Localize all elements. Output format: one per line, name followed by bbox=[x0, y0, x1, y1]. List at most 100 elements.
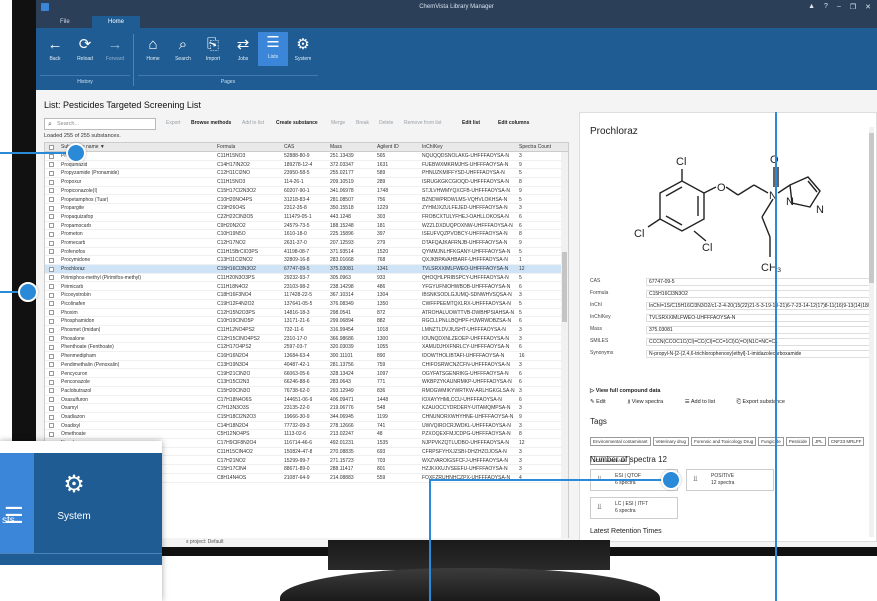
column-header[interactable]: CAS bbox=[282, 143, 294, 152]
table-row[interactable]: Oxasulfuron C17H18N4O6S 144651-06-9 406.094… bbox=[45, 396, 568, 405]
row-checkbox[interactable] bbox=[49, 179, 54, 185]
detail-scrollbar[interactable] bbox=[869, 127, 874, 537]
table-row[interactable]: Propoxur C11H15NO3 114-26-1 209.10519 289 ISR… bbox=[45, 178, 568, 187]
edit-columns-button[interactable]: Edit columns bbox=[498, 120, 529, 126]
view-full-data-link[interactable]: ▷ View full compound data bbox=[590, 388, 660, 394]
row-checkbox[interactable] bbox=[49, 301, 54, 307]
home-button[interactable]: ⌂ Home bbox=[138, 34, 168, 62]
table-row[interactable]: Oxadixyl C14H18N2O4 77732-09-3 278.12666 741… bbox=[45, 422, 568, 431]
collapse-ribbon-icon[interactable]: ▲ bbox=[808, 3, 815, 11]
table-row[interactable]: Oxamyl C7H13N3O3S 23135-22-0 219.06776 548 KZ… bbox=[45, 404, 568, 413]
row-checkbox[interactable] bbox=[49, 310, 54, 316]
row-checkbox[interactable] bbox=[49, 257, 54, 263]
row-checkbox[interactable] bbox=[49, 414, 54, 420]
tag-chip[interactable]: JPL bbox=[812, 437, 826, 446]
table-row[interactable]: Oxadiazon C15H18Cl2N2O3 19666-30-9 344.0694… bbox=[45, 413, 568, 422]
table-row[interactable]: Phenmedipham C16H16N2O4 13684-63-4 300.1110… bbox=[45, 352, 568, 361]
scrollbar-thumb[interactable] bbox=[562, 252, 567, 322]
create-substance-button[interactable]: Create substance bbox=[276, 120, 318, 126]
property-value[interactable]: N-propyl-N-[2-(2,4,6-trichlorophenoxy)et… bbox=[646, 350, 874, 358]
table-row[interactable]: Picoxystrobin C18H16F3NO4 117428-22-5 367.1… bbox=[45, 291, 568, 300]
row-checkbox[interactable] bbox=[49, 284, 54, 289]
spectra-card-lc-esi-itft[interactable]: ⫫ LC | ESI | ITFT 6 spectra bbox=[590, 497, 678, 519]
view-spectra-button[interactable]: ⫫ View spectra bbox=[627, 399, 673, 405]
row-checkbox[interactable] bbox=[49, 431, 54, 437]
table-row[interactable]: Phenthoate (Fenthoate) C12H17O4PS2 2597-03… bbox=[45, 343, 568, 353]
row-checkbox[interactable] bbox=[49, 153, 54, 159]
tag-chip[interactable]: Pesticide bbox=[785, 437, 811, 446]
zoomed-system-button[interactable]: ⚙ System bbox=[44, 459, 104, 522]
table-row[interactable]: Paclobutrazol C15H20ClN3O 76738-62-0 293.12… bbox=[45, 387, 568, 396]
table-row[interactable]: Propargite C19H26O4S 2312-35-8 350.15518 122… bbox=[45, 204, 568, 213]
row-checkbox[interactable] bbox=[49, 371, 54, 376]
jobs-button[interactable]: ⇄ Jobs bbox=[228, 34, 258, 62]
row-checkbox[interactable] bbox=[49, 249, 54, 255]
table-row[interactable]: Omethoate C5H12NO4PS 1113-02-6 213.02247 48 P… bbox=[45, 430, 568, 440]
table-row[interactable]: Propyzamide (Pronamide) C12H11Cl2NO 23950-… bbox=[45, 169, 568, 179]
row-checkbox[interactable] bbox=[49, 275, 54, 281]
table-row[interactable]: Prometon C10H19N5O 1610-18-0 225.15896 397 IS… bbox=[45, 230, 568, 239]
row-checkbox[interactable] bbox=[49, 205, 54, 211]
row-checkbox[interactable] bbox=[49, 397, 54, 403]
tag-chip[interactable]: Environmental contaminant bbox=[590, 437, 651, 446]
table-row[interactable]: Pencycuron C19H21ClN2O 66063-05-6 328.13424… bbox=[45, 370, 568, 379]
row-checkbox[interactable] bbox=[49, 231, 54, 237]
row-checkbox[interactable] bbox=[49, 240, 54, 246]
row-checkbox[interactable] bbox=[49, 405, 54, 411]
system-button[interactable]: ⚙ System bbox=[288, 34, 318, 62]
edit-list-button[interactable]: Edit list bbox=[462, 120, 480, 126]
row-checkbox[interactable] bbox=[49, 223, 54, 229]
table-row[interactable]: Phosphamidon C10H19ClNO5P 13171-21-6 299.06… bbox=[45, 317, 568, 326]
edit-button[interactable]: ✎ Edit bbox=[590, 399, 616, 405]
table-row[interactable]: Picolinafen C19H12F4N2O2 137641-05-5 376.08… bbox=[45, 300, 568, 309]
table-row[interactable]: Proquinazid C14H17IN2O2 189278-12-4 372.033… bbox=[45, 161, 568, 170]
table-row[interactable]: Phosalone C12H15ClNO4PS2 2310-17-0 366.9868… bbox=[45, 335, 568, 344]
property-value[interactable]: InChI=1S/C15H16Cl3N3O2/c1-2-4-20(15(22)2… bbox=[646, 302, 874, 310]
table-row[interactable]: Propamocarb C9H20N2O2 24579-73-5 188.15248 1… bbox=[45, 222, 568, 231]
merge-button[interactable]: Merge bbox=[331, 120, 345, 126]
export-button[interactable]: Export bbox=[166, 120, 180, 126]
export-substance-button[interactable]: ⎗ Export substance bbox=[737, 399, 795, 405]
minimize-icon[interactable]: – bbox=[837, 3, 841, 11]
property-value[interactable]: TVLSRXXIMLFWEO-UHFFFAOYSA-N bbox=[646, 314, 874, 322]
table-row[interactable]: Phoxim C12H15N2O3PS 14816-18-3 298.0541 872 A… bbox=[45, 309, 568, 318]
property-value[interactable]: 67747-09-5 bbox=[646, 278, 874, 286]
table-row[interactable]: Propiconazole(I) C15H17Cl2N3O2 60207-90-1 3… bbox=[45, 187, 568, 196]
row-checkbox[interactable] bbox=[49, 214, 54, 220]
help-icon[interactable]: ? bbox=[824, 3, 828, 11]
row-checkbox[interactable] bbox=[49, 327, 54, 333]
zoomed-lists-button[interactable]: ☰ bbox=[0, 453, 34, 553]
table-row[interactable]: Promecarb C12H17NO2 2631-37-0 207.12593 279 D… bbox=[45, 239, 568, 248]
column-header[interactable]: Agilent ID bbox=[375, 143, 399, 152]
delete-button[interactable]: Delete bbox=[379, 120, 393, 126]
maximize-icon[interactable]: ❐ bbox=[850, 3, 856, 11]
table-row[interactable]: Prochloraz C15H16Cl3N3O2 67747-09-5 375.030… bbox=[45, 265, 568, 274]
search-button[interactable]: ⌕ Search bbox=[168, 34, 198, 62]
row-checkbox[interactable] bbox=[49, 188, 54, 194]
row-checkbox[interactable] bbox=[49, 379, 54, 385]
spectra-card-positive[interactable]: ⫫ POSITIVE 12 spectra bbox=[686, 469, 774, 491]
table-row[interactable]: Propetamphos (Tuar) C10H20NO4PS 31218-83-4… bbox=[45, 196, 568, 205]
remove-from-list-button[interactable]: Remove from list bbox=[404, 120, 442, 126]
tag-chip[interactable]: Forensic and Toxicology Drug bbox=[691, 437, 757, 446]
row-checkbox[interactable] bbox=[49, 362, 54, 368]
scrollbar-thumb[interactable] bbox=[869, 133, 874, 283]
table-row[interactable]: Pirimiphos-methyl (Pirimifos-methyl) C11H… bbox=[45, 274, 568, 283]
row-checkbox[interactable] bbox=[49, 344, 54, 350]
table-row[interactable]: Phosmet (Imidan) C11H12NO4PS2 732-11-6 316.… bbox=[45, 326, 568, 335]
import-button[interactable]: ⎘ Import bbox=[198, 34, 228, 62]
column-header[interactable]: Mass bbox=[328, 143, 342, 152]
lists-button[interactable]: ☰ Lists bbox=[258, 32, 288, 66]
break-button[interactable]: Break bbox=[356, 120, 369, 126]
property-value[interactable]: 375.03081 bbox=[646, 326, 874, 334]
row-checkbox[interactable] bbox=[49, 292, 54, 298]
add-to-list-detail-button[interactable]: ☰ Add to list bbox=[685, 399, 725, 405]
tab-home[interactable]: Home bbox=[92, 16, 141, 28]
column-header[interactable]: Formula bbox=[215, 143, 235, 152]
table-row[interactable]: Procymidone C13H11Cl2NO2 32809-16-8 283.016… bbox=[45, 256, 568, 266]
row-checkbox[interactable] bbox=[49, 197, 54, 202]
row-checkbox[interactable] bbox=[49, 388, 54, 394]
reload-button[interactable]: ⟳ Reload bbox=[70, 34, 100, 62]
add-to-list-button[interactable]: Add to list bbox=[242, 120, 264, 126]
row-checkbox[interactable] bbox=[49, 336, 54, 342]
